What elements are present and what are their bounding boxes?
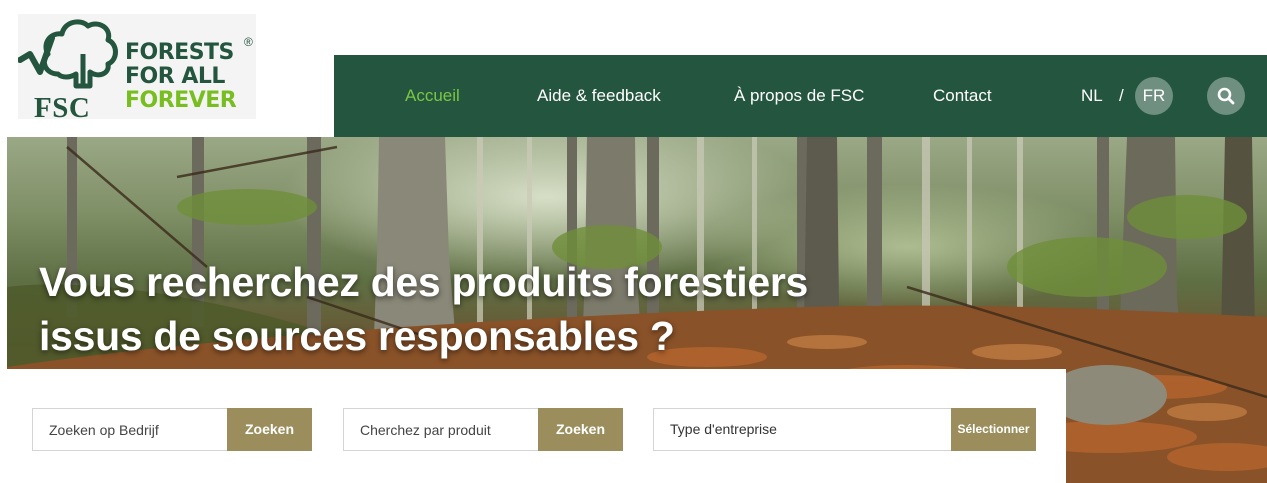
nav-item-a-propos[interactable]: À propos de FSC: [734, 55, 864, 137]
logo-text-for-all: FOR ALL: [125, 64, 225, 89]
company-search-input[interactable]: [32, 408, 227, 451]
company-search-group: Zoeken: [32, 408, 312, 451]
business-type-select[interactable]: Type d'entreprise: [653, 408, 951, 451]
hero-title: Vous recherchez des produits forestiers …: [39, 255, 939, 363]
main-nav: Accueil Aide & feedback À propos de FSC …: [334, 55, 1267, 137]
registered-mark: ®: [244, 35, 253, 49]
search-icon: [1217, 87, 1235, 105]
nav-item-contact[interactable]: Contact: [933, 55, 992, 137]
search-panel: Zoeken Zoeken Type d'entreprise Sélectio…: [7, 369, 1066, 483]
nav-search-button[interactable]: [1207, 77, 1245, 115]
logo-acronym: FSC: [34, 92, 91, 124]
select-business-type-button[interactable]: Sélectionner: [951, 408, 1036, 451]
product-search-group: Zoeken: [343, 408, 623, 451]
logo-text-forests: FORESTS: [125, 40, 234, 65]
lang-nl-link[interactable]: NL: [1081, 55, 1103, 137]
company-search-button[interactable]: Zoeken: [227, 408, 312, 451]
tree-check-icon: [18, 19, 118, 89]
hero-title-line-2: issus de sources responsables ?: [39, 313, 675, 359]
hero-title-line-1: Vous recherchez des produits forestiers: [39, 259, 809, 305]
business-type-group: Type d'entreprise Sélectionner: [653, 408, 1036, 451]
lang-fr-button[interactable]: FR: [1135, 77, 1173, 115]
lang-separator: /: [1119, 86, 1124, 105]
fsc-logo[interactable]: FSC FORESTS FOR ALL FOREVER ®: [18, 14, 256, 124]
product-search-button[interactable]: Zoeken: [538, 408, 623, 451]
logo-text-forever: FOREVER: [125, 88, 237, 113]
nav-item-accueil[interactable]: Accueil: [405, 55, 460, 137]
nav-item-aide-feedback[interactable]: Aide & feedback: [537, 55, 661, 137]
product-search-input[interactable]: [343, 408, 538, 451]
